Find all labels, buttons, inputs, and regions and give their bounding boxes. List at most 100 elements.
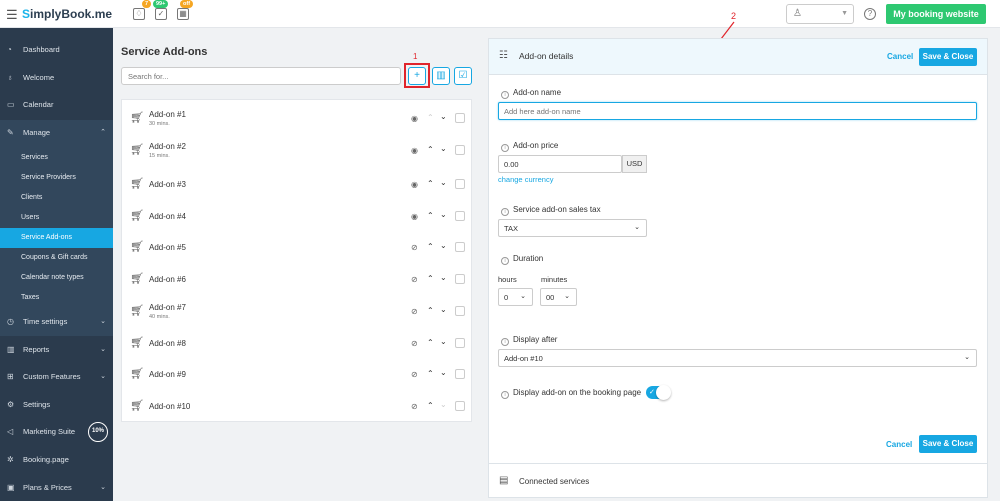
info-icon: i xyxy=(501,257,509,265)
eye-icon[interactable]: ◉ xyxy=(411,212,418,221)
display-on-page-label: i Display add-on on the booking page xyxy=(501,388,641,399)
list-item[interactable]: 🛒︎ Add-on #7 40 mins. ⊘ ⌃ ⌄ xyxy=(122,295,471,327)
connected-services-section[interactable]: ▤ Connected services xyxy=(489,463,987,497)
list-item[interactable]: 🛒︎ Add-on #4 ◉ ⌃ ⌄ xyxy=(122,200,471,232)
sidebar-item-plans-prices[interactable]: ▣ Plans & Prices ⌄ xyxy=(0,475,113,501)
bell-icon[interactable]: ♢ xyxy=(133,8,145,20)
sidebar-item-calendar[interactable]: ▭ Calendar xyxy=(0,92,113,118)
move-down-icon[interactable]: ⌄ xyxy=(440,337,447,346)
move-up-icon[interactable]: ⌃ xyxy=(427,369,434,378)
eye-slash-icon[interactable]: ⊘ xyxy=(411,339,418,348)
sidebar-sub-users[interactable]: Users xyxy=(0,208,113,228)
change-currency-link[interactable]: change currency xyxy=(498,175,553,184)
list-item[interactable]: 🛒︎ Add-on #6 ⊘ ⌃ ⌄ xyxy=(122,263,471,295)
move-up-icon[interactable]: ⌃ xyxy=(427,306,434,315)
cancel-button-bottom[interactable]: Cancel xyxy=(886,440,912,449)
move-up-icon[interactable]: ⌃ xyxy=(427,274,434,283)
sidebar-item-booking-page[interactable]: ✲ Booking.page xyxy=(0,447,113,473)
display-on-page-toggle[interactable]: ✓ xyxy=(646,385,671,400)
eye-slash-icon[interactable]: ⊘ xyxy=(411,370,418,379)
list-item[interactable]: 🛒︎ Add-on #2 15 mins. ◉ ⌃ ⌄ xyxy=(122,134,471,166)
list-item[interactable]: 🛒︎ Add-on #5 ⊘ ⌃ ⌄ xyxy=(122,231,471,263)
move-up-icon[interactable]: ⌃ xyxy=(427,401,434,410)
move-up-icon[interactable]: ⌃ xyxy=(427,113,434,122)
delete-button[interactable]: ▥ xyxy=(432,67,450,85)
sidebar-item-dashboard[interactable]: ◔ Dashboard xyxy=(0,37,113,63)
move-down-icon[interactable]: ⌄ xyxy=(440,144,447,153)
user-dropdown[interactable]: ♙ ▼ xyxy=(786,4,854,24)
list-item[interactable]: 🛒︎ Add-on #10 ⊘ ⌃ ⌄ xyxy=(122,390,471,422)
move-up-icon[interactable]: ⌃ xyxy=(427,338,434,347)
row-checkbox[interactable] xyxy=(455,274,465,284)
chevron-down-icon: ⌄ xyxy=(100,346,106,353)
sidebar-sub-clients[interactable]: Clients xyxy=(0,188,113,208)
move-up-icon[interactable]: ⌃ xyxy=(427,242,434,251)
tasks-icon[interactable]: ✓ xyxy=(155,8,167,20)
search-input[interactable] xyxy=(121,67,401,85)
select-all-button[interactable]: ☑ xyxy=(454,67,472,85)
save-close-button[interactable]: Save & Close xyxy=(919,48,977,66)
sidebar-item-welcome[interactable]: ♁ Welcome xyxy=(0,65,113,91)
my-booking-website-button[interactable]: My booking website xyxy=(886,4,986,24)
plant-icon: ✲ xyxy=(7,455,14,464)
list-item[interactable]: 🛒︎ Add-on #8 ⊘ ⌃ ⌄ xyxy=(122,327,471,359)
sidebar-item-time-settings[interactable]: ◷ Time settings ⌄ xyxy=(0,309,113,335)
calendar-icon[interactable]: ▦ xyxy=(177,8,189,20)
move-down-icon[interactable]: ⌄ xyxy=(440,210,447,219)
eye-slash-icon[interactable]: ⊘ xyxy=(411,307,418,316)
sidebar-sub-services[interactable]: Services xyxy=(0,148,113,168)
addon-price-input[interactable]: 0.00 xyxy=(498,155,622,173)
sidebar-sub-service-providers[interactable]: Service Providers xyxy=(0,168,113,188)
gift-icon: ⊞ xyxy=(7,372,14,381)
display-after-select[interactable]: Add-on #10 ⌄ xyxy=(498,349,977,367)
sidebar-sub-service-add-ons[interactable]: Service Add-ons xyxy=(0,228,113,248)
move-up-icon[interactable]: ⌃ xyxy=(427,145,434,154)
eye-icon[interactable]: ◉ xyxy=(411,146,418,155)
minutes-select[interactable]: 00 ⌄ xyxy=(540,288,577,306)
move-down-icon[interactable]: ⌄ xyxy=(440,400,447,409)
move-down-icon[interactable]: ⌄ xyxy=(440,305,447,314)
list-item[interactable]: 🛒︎ Add-on #9 ⊘ ⌃ ⌄ xyxy=(122,358,471,390)
cancel-button[interactable]: Cancel xyxy=(887,52,913,61)
eye-icon[interactable]: ◉ xyxy=(411,180,418,189)
help-icon[interactable]: ? xyxy=(864,8,876,20)
row-checkbox[interactable] xyxy=(455,145,465,155)
sidebar-item-custom-features[interactable]: ⊞ Custom Features ⌄ xyxy=(0,364,113,390)
duration-label: i Duration xyxy=(501,254,543,265)
list-item[interactable]: 🛒︎ Add-on #3 ◉ ⌃ ⌄ xyxy=(122,168,471,200)
move-down-icon[interactable]: ⌄ xyxy=(440,368,447,377)
hours-select[interactable]: 0 ⌄ xyxy=(498,288,533,306)
row-checkbox[interactable] xyxy=(455,113,465,123)
move-down-icon[interactable]: ⌄ xyxy=(440,273,447,282)
eye-slash-icon[interactable]: ⊘ xyxy=(411,275,418,284)
eye-icon[interactable]: ◉ xyxy=(411,114,418,123)
eye-slash-icon[interactable]: ⊘ xyxy=(411,402,418,411)
sidebar-sub-coupons[interactable]: Coupons & Gift cards xyxy=(0,248,113,268)
list-item[interactable]: 🛒︎ Add-on #1 30 mins. ◉ ⌃ ⌄ xyxy=(122,102,471,134)
pencil-icon: ✎ xyxy=(7,128,14,137)
sidebar-item-settings[interactable]: ⚙ Settings xyxy=(0,392,113,418)
move-down-icon[interactable]: ⌄ xyxy=(440,178,447,187)
row-checkbox[interactable] xyxy=(455,369,465,379)
sales-tax-select[interactable]: TAX ⌄ xyxy=(498,219,647,237)
row-checkbox[interactable] xyxy=(455,338,465,348)
move-up-icon[interactable]: ⌃ xyxy=(427,211,434,220)
sidebar-sub-taxes[interactable]: Taxes xyxy=(0,288,113,308)
sidebar-item-reports[interactable]: ▥ Reports ⌄ xyxy=(0,337,113,363)
row-checkbox[interactable] xyxy=(455,179,465,189)
row-checkbox[interactable] xyxy=(455,306,465,316)
row-checkbox[interactable] xyxy=(455,242,465,252)
save-close-button-bottom[interactable]: Save & Close xyxy=(919,435,977,453)
addon-name-input[interactable] xyxy=(498,102,977,120)
logo[interactable]: SimplyBook.me xyxy=(22,7,112,21)
eye-slash-icon[interactable]: ⊘ xyxy=(411,243,418,252)
move-down-icon[interactable]: ⌄ xyxy=(440,241,447,250)
row-checkbox[interactable] xyxy=(455,211,465,221)
move-up-icon[interactable]: ⌃ xyxy=(427,179,434,188)
sidebar-item-manage[interactable]: ✎ Manage ⌃ xyxy=(0,120,113,146)
hamburger-menu-icon[interactable]: ☰ xyxy=(6,7,18,23)
row-checkbox[interactable] xyxy=(455,401,465,411)
page-title: Service Add-ons xyxy=(121,46,208,58)
sidebar-sub-calendar-note-types[interactable]: Calendar note types xyxy=(0,268,113,288)
move-down-icon[interactable]: ⌄ xyxy=(440,112,447,121)
